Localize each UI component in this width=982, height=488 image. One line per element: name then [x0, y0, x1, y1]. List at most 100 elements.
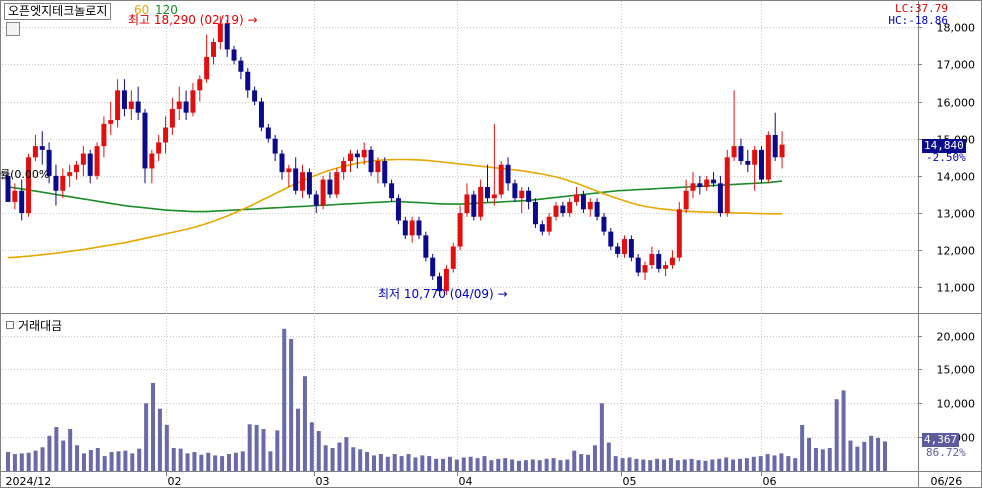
volume-panel-title: 거래대금 — [6, 317, 62, 334]
volume-bar — [834, 399, 839, 471]
candle-body — [669, 257, 675, 266]
volume-tick-label: 10,000 — [937, 398, 976, 411]
x-tick-label: 2024/12 — [6, 475, 52, 488]
candle-body — [560, 205, 566, 214]
volume-bar — [813, 447, 818, 471]
candle-body — [642, 265, 648, 273]
volume-bar — [724, 457, 729, 471]
volume-bar — [392, 454, 397, 471]
grid-toggle-icon[interactable] — [6, 22, 20, 36]
volume-bar — [261, 429, 266, 471]
panel-collapse-icon[interactable] — [6, 321, 14, 329]
candle-body — [457, 213, 463, 247]
candle-body — [587, 201, 593, 210]
volume-bar — [137, 448, 142, 471]
candle-body — [628, 239, 634, 258]
candle-body — [238, 60, 244, 72]
candle-body — [594, 201, 600, 217]
volume-bar — [254, 424, 259, 471]
candle-body — [156, 142, 162, 154]
volume-bar — [282, 328, 287, 471]
volume-bar — [185, 453, 190, 471]
candle-body — [375, 161, 381, 173]
volume-bar — [54, 426, 59, 471]
candle-body — [265, 127, 271, 139]
candle-body — [361, 149, 367, 158]
stock-title[interactable]: 오픈엣지테크놀로지 — [4, 3, 112, 20]
volume-bar — [247, 424, 252, 471]
volume-bar — [406, 454, 411, 471]
ma120-line — [7, 180, 783, 213]
volume-bar — [151, 382, 156, 471]
candle-body — [649, 253, 655, 266]
volume-bar — [482, 456, 487, 471]
candle-body — [74, 164, 79, 173]
left-clipped-label: 률(0.00% — [0, 168, 50, 181]
volume-bar — [489, 460, 494, 471]
candle-body — [683, 190, 689, 210]
volume-bar — [613, 456, 618, 471]
volume-bar — [454, 459, 459, 471]
x-tick-label: 06 — [763, 475, 777, 488]
volume-bar — [275, 430, 280, 471]
candle-body — [724, 157, 730, 214]
volume-bar — [441, 458, 446, 471]
candle-body — [327, 179, 333, 195]
volume-bar — [420, 455, 425, 471]
candle-body — [553, 205, 559, 217]
candle-body — [190, 90, 196, 113]
volume-bar — [751, 456, 756, 471]
candle-body — [704, 179, 710, 188]
candle-layer — [5, 16, 785, 296]
candle-body — [60, 175, 66, 191]
candle-body — [779, 144, 785, 158]
volume-bar — [565, 459, 570, 471]
candle-body — [115, 90, 121, 121]
candle-body — [395, 198, 401, 221]
volume-bar — [689, 458, 694, 471]
price-tick-label: 14,000 — [937, 171, 976, 184]
candle-body — [752, 149, 758, 165]
candle-body — [39, 146, 45, 150]
candle-body — [368, 149, 374, 173]
volume-bar — [88, 450, 93, 471]
candle-body — [519, 190, 525, 199]
volume-bar — [213, 455, 218, 471]
candle-body — [348, 153, 353, 161]
volume-bar — [461, 457, 466, 471]
x-tick-label: 06/26 — [931, 475, 963, 488]
candle-body — [87, 153, 93, 176]
candle-body — [32, 146, 38, 158]
volume-bar — [6, 452, 10, 471]
volume-bar — [523, 460, 528, 471]
volume-bar — [475, 458, 480, 471]
volume-title-text: 거래대금 — [18, 319, 63, 333]
volume-bar — [447, 456, 452, 471]
axis-layer: 18,00017,00016,00015,00014,00013,00012,0… — [6, 22, 976, 488]
candle-body — [471, 194, 477, 217]
volume-bar — [371, 455, 376, 471]
price-tick-label: 11,000 — [937, 282, 976, 295]
volume-bar — [330, 447, 335, 471]
x-tick-label: 04 — [459, 475, 473, 488]
candle-body — [745, 161, 751, 165]
candle-body — [121, 90, 127, 109]
volume-tick-label: 15,000 — [937, 364, 976, 377]
volume-bar — [365, 452, 370, 471]
candle-body — [286, 168, 292, 173]
candle-body — [211, 42, 216, 57]
right-arrow-icon: → — [247, 13, 258, 27]
right-arrow-icon: → — [497, 287, 508, 301]
volume-bar — [869, 435, 874, 471]
volume-bar — [572, 450, 577, 471]
volume-bar — [510, 459, 515, 471]
volume-bar — [765, 454, 770, 471]
volume-bar — [157, 408, 162, 471]
candle-body — [169, 108, 175, 128]
volume-bar — [648, 460, 653, 471]
volume-bar — [144, 403, 149, 471]
candle-body — [108, 120, 114, 124]
candle-body — [574, 194, 580, 202]
ma120-layer — [7, 180, 783, 213]
volume-bar — [592, 445, 597, 471]
